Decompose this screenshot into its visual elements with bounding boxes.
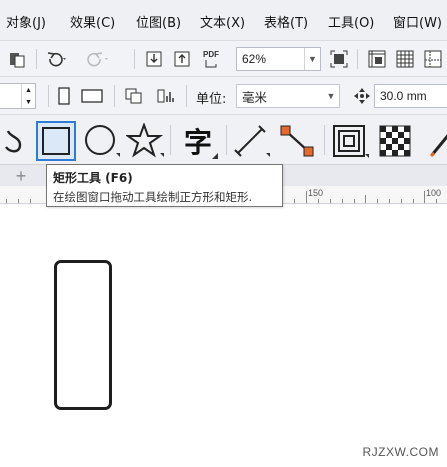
separator (186, 85, 187, 107)
drawing-canvas[interactable]: RJZXW.COM (0, 204, 447, 467)
nudge-icon (352, 86, 372, 106)
ruler-tick (342, 199, 343, 203)
nudge-distance-input[interactable]: 30.0 mm (374, 84, 447, 108)
separator (48, 85, 49, 107)
rectangle-tool-button[interactable] (36, 121, 76, 161)
menu-tools[interactable]: 工具(O) (328, 12, 374, 31)
ruler-tick (377, 199, 378, 203)
connector-tool-icon[interactable] (278, 123, 318, 159)
contour-tool-icon[interactable] (330, 123, 370, 159)
undo-icon[interactable] (44, 49, 70, 69)
ruler-tick (413, 199, 414, 203)
ruler-tick (424, 191, 425, 203)
watermark: RJZXW.COM (362, 445, 439, 459)
rectangle-icon (42, 127, 70, 155)
toolbox: 字 (0, 114, 447, 164)
nudge-value: 30.0 mm (380, 89, 427, 103)
eyedropper-tool-icon[interactable] (424, 123, 447, 159)
property-bar: ▲ ▼ 单位: 毫米 ▼ 30.0 mm (0, 76, 447, 114)
menu-effects[interactable]: 效果(C) (70, 12, 115, 31)
menu-window[interactable]: 窗口(W) (393, 12, 442, 31)
freehand-tool-icon[interactable] (0, 125, 26, 157)
text-tool-icon[interactable]: 字 (178, 121, 218, 161)
tooltip-description: 在绘图窗口拖动工具绘制正方形和矩形. (53, 190, 253, 204)
standard-toolbar: PDF 62% ▼ (0, 40, 447, 76)
unit-label: 单位: (196, 92, 227, 107)
transparency-tool-icon[interactable] (376, 123, 416, 159)
menu-bar: 对象(J) 效果(C) 位图(B) 文本(X) 表格(T) 工具(O) 窗口(W… (0, 0, 447, 40)
full-screen-icon[interactable] (328, 49, 350, 69)
redo-icon[interactable] (86, 49, 112, 69)
unit-select[interactable]: 毫米 ▼ (236, 84, 340, 108)
ruler-tick (318, 199, 319, 203)
add-page-tab[interactable]: + (10, 166, 32, 186)
zoom-combo[interactable]: 62% ▼ (236, 47, 321, 71)
menu-table[interactable]: 表格(T) (264, 12, 308, 31)
size-spinner[interactable]: ▲ ▼ (0, 83, 36, 109)
portrait-icon[interactable] (56, 86, 72, 106)
tooltip-title: 矩形工具 (F6) (53, 171, 133, 185)
export-icon[interactable] (172, 49, 192, 69)
drawn-rectangle[interactable] (54, 260, 112, 410)
current-page-icon[interactable] (154, 86, 178, 106)
spin-up-icon[interactable]: ▲ (21, 84, 35, 96)
polygon-tool-icon[interactable] (126, 123, 166, 159)
show-rulers-icon[interactable] (366, 49, 388, 69)
show-grid-icon[interactable] (394, 49, 416, 69)
ruler-tick (6, 199, 7, 203)
zoom-value: 62% (242, 52, 267, 66)
ruler-tick (354, 199, 355, 203)
unit-value: 毫米 (242, 89, 268, 105)
dimension-tool-icon[interactable] (232, 123, 272, 159)
ruler-tick (365, 195, 366, 203)
chevron-down-icon[interactable]: ▼ (304, 48, 320, 70)
spin-down-icon[interactable]: ▼ (21, 96, 35, 108)
landscape-icon[interactable] (80, 86, 104, 106)
show-guidelines-icon[interactable] (422, 49, 444, 69)
ruler-tick (30, 199, 31, 203)
menu-object[interactable]: 对象(J) (6, 12, 46, 31)
ruler-tick (436, 199, 437, 203)
ruler-tick (18, 199, 19, 203)
ruler-label: 100 (426, 188, 442, 198)
separator (170, 125, 171, 155)
ellipse-tool-icon[interactable] (82, 123, 122, 159)
pdf-label: PDF (203, 49, 219, 59)
ruler-tick (294, 199, 295, 203)
paste-icon[interactable] (6, 49, 28, 69)
menu-text[interactable]: 文本(X) (200, 12, 245, 31)
ruler-tick (389, 199, 390, 203)
chevron-down-icon[interactable]: ▼ (323, 85, 339, 107)
publish-pdf-icon[interactable]: PDF (200, 47, 222, 71)
import-icon[interactable] (144, 49, 164, 69)
separator (134, 49, 135, 69)
ruler-tick (401, 199, 402, 203)
separator (226, 125, 227, 155)
separator (114, 85, 115, 107)
rectangle-tool-tooltip: 矩形工具 (F6) 在绘图窗口拖动工具绘制正方形和矩形. (46, 164, 283, 207)
ruler-tick (306, 191, 307, 203)
all-pages-icon[interactable] (122, 86, 146, 106)
menu-bitmaps[interactable]: 位图(B) (136, 12, 181, 31)
separator (324, 125, 325, 155)
separator (357, 49, 358, 69)
ruler-tick (330, 199, 331, 203)
separator (36, 49, 37, 69)
ruler-label: 150 (308, 188, 324, 198)
text-tool-glyph: 字 (183, 126, 212, 159)
